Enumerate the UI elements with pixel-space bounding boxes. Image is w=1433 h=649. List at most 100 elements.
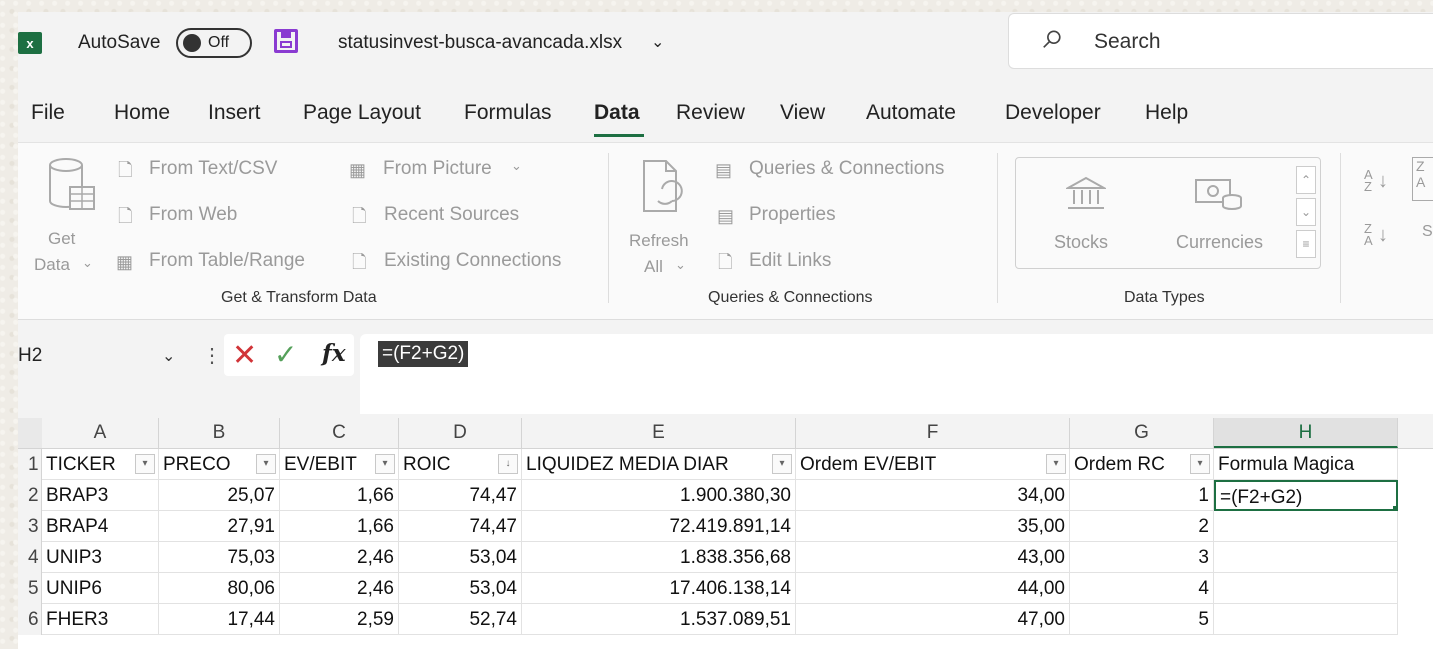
row-header[interactable]: 4 bbox=[18, 542, 42, 573]
tab-view[interactable]: View bbox=[780, 101, 825, 125]
tab-home[interactable]: Home bbox=[114, 101, 170, 125]
cell[interactable]: 74,47 bbox=[399, 511, 522, 542]
header-cell[interactable]: Ordem RC ▾ bbox=[1070, 449, 1214, 480]
column-header-a[interactable]: A bbox=[42, 418, 159, 448]
cell[interactable]: 17,44 bbox=[159, 604, 280, 635]
cell[interactable] bbox=[1214, 573, 1398, 604]
cell[interactable]: 1 bbox=[1070, 480, 1214, 511]
tab-developer[interactable]: Developer bbox=[1005, 101, 1101, 125]
header-cell[interactable]: TICKER ▾ bbox=[42, 449, 159, 480]
filter-dropdown-icon[interactable]: ▾ bbox=[135, 454, 155, 474]
gallery-scroll-down[interactable]: ⌄ bbox=[1296, 198, 1316, 226]
row-header[interactable]: 5 bbox=[18, 573, 42, 604]
column-header-b[interactable]: B bbox=[159, 418, 280, 448]
cell[interactable]: 2,46 bbox=[280, 573, 399, 604]
search-box[interactable]: Search bbox=[1008, 13, 1433, 69]
filter-dropdown-icon[interactable]: ▾ bbox=[772, 454, 792, 474]
cell[interactable]: 52,74 bbox=[399, 604, 522, 635]
cell[interactable]: 25,07 bbox=[159, 480, 280, 511]
filter-dropdown-icon[interactable]: ▾ bbox=[1046, 454, 1066, 474]
cell[interactable]: 3 bbox=[1070, 542, 1214, 573]
cell[interactable]: 1.900.380,30 bbox=[522, 480, 796, 511]
header-cell[interactable]: ROIC ↓ bbox=[399, 449, 522, 480]
header-label: LIQUIDEZ MEDIA DIAR bbox=[526, 454, 729, 475]
row-header[interactable]: 6 bbox=[18, 604, 42, 635]
header-cell[interactable]: Formula Magica bbox=[1214, 449, 1398, 480]
tab-automate[interactable]: Automate bbox=[866, 101, 956, 125]
column-header-e[interactable]: E bbox=[522, 418, 796, 448]
filter-dropdown-icon[interactable]: ▾ bbox=[375, 454, 395, 474]
cell[interactable]: 34,00 bbox=[796, 480, 1070, 511]
cell[interactable]: 4 bbox=[1070, 573, 1214, 604]
header-cell[interactable]: EV/EBIT ▾ bbox=[280, 449, 399, 480]
cancel-icon[interactable]: ✕ bbox=[232, 338, 257, 373]
cell[interactable]: 53,04 bbox=[399, 573, 522, 604]
column-header-d[interactable]: D bbox=[399, 418, 522, 448]
name-box[interactable]: H2 bbox=[18, 345, 42, 367]
column-header-g[interactable]: G bbox=[1070, 418, 1214, 448]
tab-help[interactable]: Help bbox=[1145, 101, 1188, 125]
cell[interactable]: BRAP3 bbox=[42, 480, 159, 511]
cell[interactable] bbox=[1214, 542, 1398, 573]
tab-insert[interactable]: Insert bbox=[208, 101, 261, 125]
select-all-corner[interactable] bbox=[18, 418, 42, 448]
tab-data[interactable]: Data bbox=[594, 101, 640, 125]
filter-dropdown-icon[interactable]: ▾ bbox=[1190, 454, 1210, 474]
excel-logo-icon: x bbox=[18, 32, 42, 54]
cell[interactable]: 1.838.356,68 bbox=[522, 542, 796, 573]
cell[interactable]: 2,59 bbox=[280, 604, 399, 635]
column-header-h[interactable]: H bbox=[1214, 418, 1398, 448]
cell[interactable]: FHER3 bbox=[42, 604, 159, 635]
cell[interactable]: 47,00 bbox=[796, 604, 1070, 635]
tab-file[interactable]: File bbox=[31, 101, 65, 125]
cell[interactable]: BRAP4 bbox=[42, 511, 159, 542]
cell[interactable]: 43,00 bbox=[796, 542, 1070, 573]
cell[interactable]: 72.419.891,14 bbox=[522, 511, 796, 542]
cell[interactable]: 1,66 bbox=[280, 480, 399, 511]
cell[interactable]: 17.406.138,14 bbox=[522, 573, 796, 604]
sort-descending-filter-icon[interactable]: ↓ bbox=[498, 454, 518, 474]
cell[interactable]: 74,47 bbox=[399, 480, 522, 511]
cell[interactable] bbox=[1214, 604, 1398, 635]
cell[interactable]: 2,46 bbox=[280, 542, 399, 573]
autosave-toggle[interactable]: Off bbox=[176, 28, 252, 58]
header-cell[interactable]: PRECO ▾ bbox=[159, 449, 280, 480]
row-header[interactable]: 2 bbox=[18, 480, 42, 511]
save-icon[interactable] bbox=[274, 29, 298, 53]
row-header[interactable]: 1 bbox=[18, 449, 42, 480]
cell[interactable]: 44,00 bbox=[796, 573, 1070, 604]
cell[interactable]: 35,00 bbox=[796, 511, 1070, 542]
cell[interactable]: 53,04 bbox=[399, 542, 522, 573]
header-cell[interactable]: Ordem EV/EBIT ▾ bbox=[796, 449, 1070, 480]
group-separator bbox=[1340, 153, 1341, 303]
chevron-down-icon[interactable]: ⌄ bbox=[651, 32, 664, 52]
cell[interactable]: 5 bbox=[1070, 604, 1214, 635]
cell[interactable]: 75,03 bbox=[159, 542, 280, 573]
header-cell[interactable]: LIQUIDEZ MEDIA DIAR ▾ bbox=[522, 449, 796, 480]
tab-page-layout[interactable]: Page Layout bbox=[303, 101, 421, 125]
cell[interactable]: 2 bbox=[1070, 511, 1214, 542]
tab-review[interactable]: Review bbox=[676, 101, 745, 125]
gallery-expand[interactable]: ≡ bbox=[1296, 230, 1316, 258]
file-name[interactable]: statusinvest-busca-avancada.xlsx bbox=[338, 32, 622, 54]
column-header-f[interactable]: F bbox=[796, 418, 1070, 448]
chevron-down-icon[interactable]: ⌄ bbox=[162, 346, 175, 366]
more-options-icon[interactable]: ⋮ bbox=[202, 343, 222, 368]
tab-formulas[interactable]: Formulas bbox=[464, 101, 552, 125]
enter-icon[interactable]: ✓ bbox=[274, 338, 297, 371]
cell[interactable]: 1.537.089,51 bbox=[522, 604, 796, 635]
gallery-scroll-up[interactable]: ⌃ bbox=[1296, 166, 1316, 194]
row-header[interactable]: 3 bbox=[18, 511, 42, 542]
cell[interactable]: UNIP3 bbox=[42, 542, 159, 573]
cell[interactable]: UNIP6 bbox=[42, 573, 159, 604]
cell[interactable]: 80,06 bbox=[159, 573, 280, 604]
cell[interactable]: 27,91 bbox=[159, 511, 280, 542]
insert-function-icon[interactable]: fx bbox=[322, 340, 346, 367]
cell[interactable] bbox=[1214, 511, 1398, 542]
column-header-c[interactable]: C bbox=[280, 418, 399, 448]
chevron-down-icon: ⌄ bbox=[82, 255, 93, 270]
cell[interactable]: 1,66 bbox=[280, 511, 399, 542]
filter-dropdown-icon[interactable]: ▾ bbox=[256, 454, 276, 474]
active-cell[interactable]: =(F2+G2) bbox=[1214, 480, 1398, 511]
formula-input[interactable]: =(F2+G2) bbox=[360, 334, 1433, 414]
